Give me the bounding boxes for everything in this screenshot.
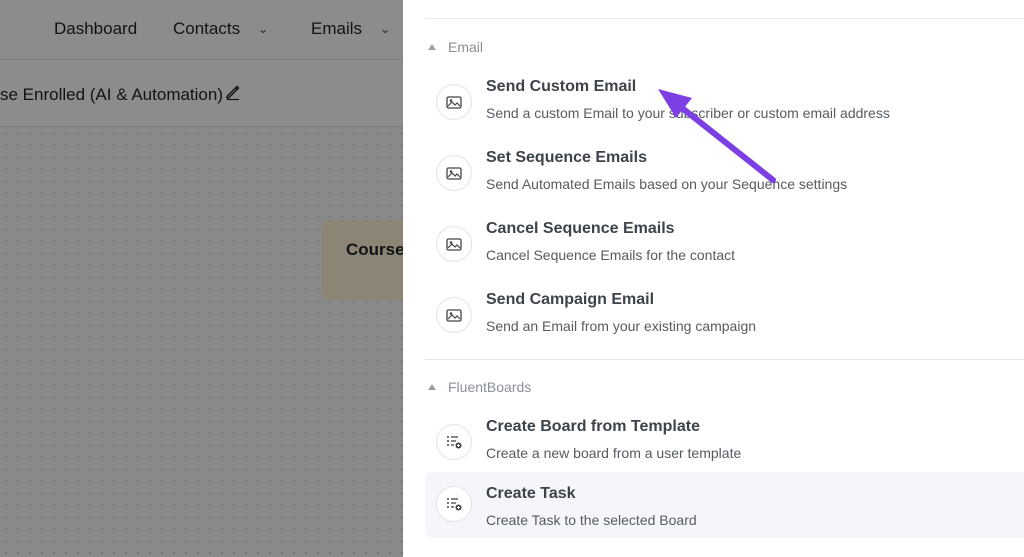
action-description: Send a custom Email to your subscriber o… (486, 105, 890, 121)
board-task-icon (436, 486, 472, 522)
section-label-email: Email (448, 39, 484, 55)
email-image-icon (436, 155, 472, 191)
action-cancel-sequence-emails[interactable]: Cancel Sequence Emails Cancel Sequence E… (425, 216, 1024, 286)
section-header-email[interactable]: Email (428, 39, 483, 55)
action-selector-drawer: Email Send Custom Email Send a custom Em… (403, 0, 1024, 557)
caret-up-icon (428, 384, 436, 390)
email-image-icon (436, 297, 472, 333)
action-title: Cancel Sequence Emails (486, 220, 675, 237)
action-description: Create Task to the selected Board (486, 512, 697, 528)
section-label-fluentboards: FluentBoards (448, 379, 532, 395)
action-title: Create Task (486, 485, 576, 502)
section-header-fluentboards[interactable]: FluentBoards (428, 379, 531, 395)
board-task-icon (436, 424, 472, 460)
action-title: Set Sequence Emails (486, 149, 647, 166)
action-title: Send Campaign Email (486, 291, 655, 308)
drawer-top-divider (425, 18, 1024, 19)
email-image-icon (436, 84, 472, 120)
caret-up-icon (428, 44, 436, 50)
email-image-icon (436, 226, 472, 262)
action-description: Send an Email from your existing campaig… (486, 318, 757, 334)
action-description: Cancel Sequence Emails for the contact (486, 247, 736, 263)
action-create-task[interactable]: Create Task Create Task to the selected … (425, 472, 1024, 538)
action-title: Send Custom Email (486, 78, 637, 95)
section-divider (425, 359, 1024, 360)
action-description: Create a new board from a user template (486, 445, 742, 461)
action-send-campaign-email[interactable]: Send Campaign Email Send an Email from y… (425, 287, 1024, 357)
action-send-custom-email[interactable]: Send Custom Email Send a custom Email to… (425, 74, 1024, 144)
action-description: Send Automated Emails based on your Sequ… (486, 176, 848, 192)
action-title: Create Board from Template (486, 418, 700, 435)
action-set-sequence-emails[interactable]: Set Sequence Emails Send Automated Email… (425, 145, 1024, 215)
